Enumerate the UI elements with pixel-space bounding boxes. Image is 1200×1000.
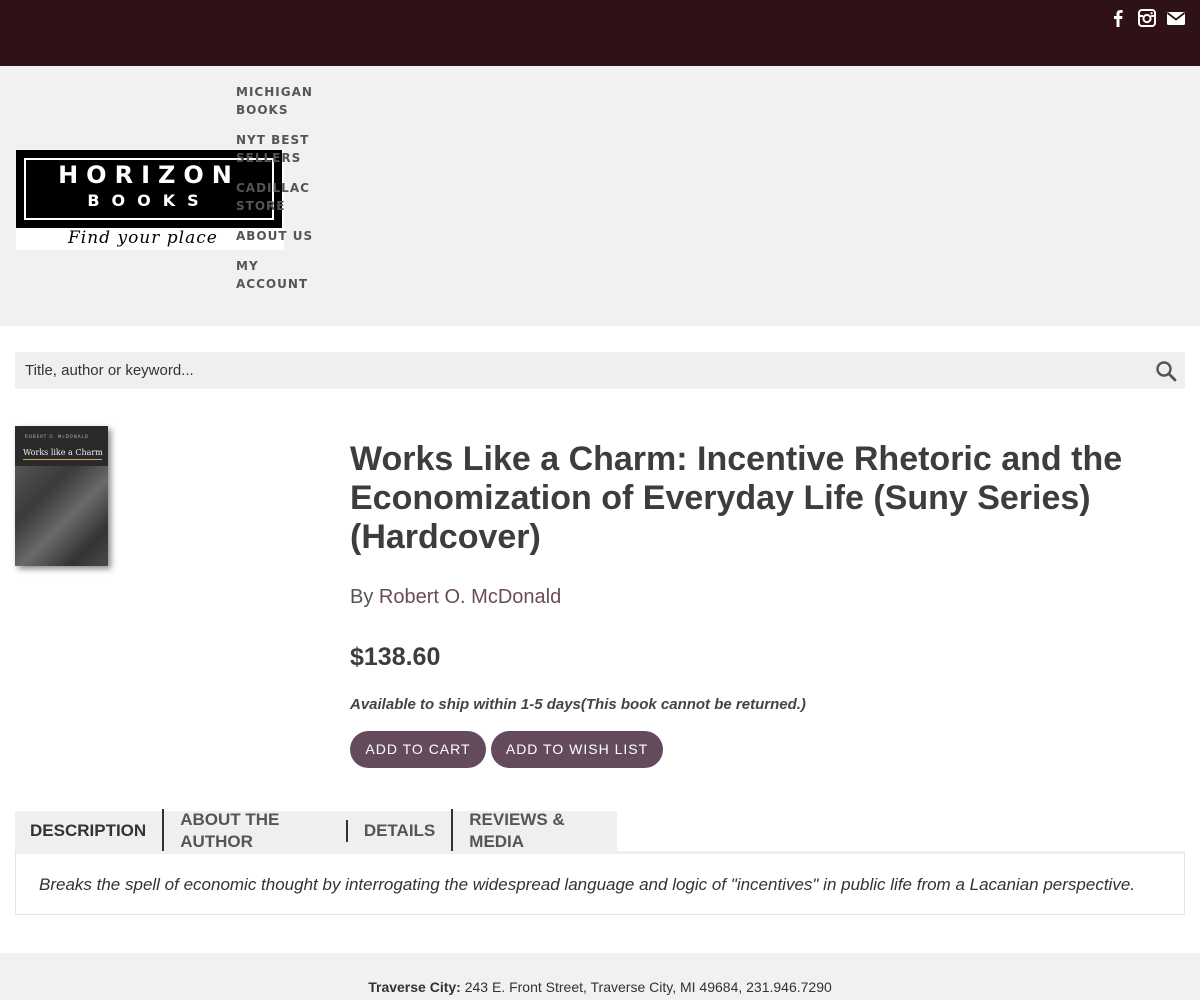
nav-item-my-account[interactable]: MY ACCOUNT (236, 257, 316, 293)
nav-item-cadillac-store[interactable]: CADILLAC STORE (236, 179, 316, 215)
availability-note: Available to ship within 1-5 days(This b… (350, 696, 806, 713)
logo-tagline: Find your place (68, 228, 218, 248)
search-input[interactable] (15, 352, 1145, 389)
byline-prefix: By (350, 586, 379, 608)
add-to-cart-button[interactable]: ADD TO CART (350, 731, 486, 768)
author-link[interactable]: Robert O. McDonald (379, 586, 561, 608)
tab-reviews-media[interactable]: REVIEWS & MEDIA (451, 809, 617, 853)
social-links (1108, 8, 1186, 28)
book-price: $138.60 (350, 643, 441, 671)
cover-title: Works like a Charm (23, 448, 103, 457)
tab-details[interactable]: DETAILS (345, 820, 451, 842)
search-icon[interactable] (1155, 360, 1177, 382)
site-header: HORIZON BOOKS Find your place MICHIGAN B… (0, 66, 1200, 326)
footer-location: Traverse City: (368, 979, 461, 995)
nav-item-nyt-best-sellers[interactable]: NYT BEST SELLERS (236, 131, 316, 167)
description-panel: Breaks the spell of economic thought by … (15, 851, 1185, 915)
instagram-icon[interactable] (1137, 8, 1157, 28)
book-title: Works Like a Charm: Incentive Rhetoric a… (350, 440, 1123, 556)
facebook-icon[interactable] (1108, 8, 1128, 28)
nav-item-michigan-books[interactable]: MICHIGAN BOOKS (236, 83, 316, 119)
book-byline: By Robert O. McDonald (350, 586, 561, 609)
footer-address: Traverse City: 243 E. Front Street, Trav… (0, 979, 1200, 995)
tab-about-the-author[interactable]: ABOUT THE AUTHOR (162, 809, 346, 853)
footer-address-text: 243 E. Front Street, Traverse City, MI 4… (460, 979, 832, 995)
description-text: Breaks the spell of economic thought by … (39, 875, 1136, 894)
search-bar (15, 352, 1185, 389)
main-nav: MICHIGAN BOOKS NYT BEST SELLERS CADILLAC… (236, 83, 316, 305)
email-icon[interactable] (1166, 8, 1186, 28)
cover-artwork (15, 466, 108, 566)
product-tabs: DESCRIPTION ABOUT THE AUTHOR DETAILS REV… (15, 809, 617, 853)
tab-description[interactable]: DESCRIPTION (30, 820, 162, 842)
add-to-wish-list-button[interactable]: ADD TO WISH LIST (491, 731, 663, 768)
site-footer: Traverse City: 243 E. Front Street, Trav… (0, 953, 1200, 1000)
top-bar (0, 0, 1200, 66)
cover-author: ROBERT O. McDONALD (25, 434, 89, 439)
nav-item-about-us[interactable]: ABOUT US (236, 227, 316, 245)
book-cover[interactable]: ROBERT O. McDONALD Works like a Charm (15, 426, 108, 566)
